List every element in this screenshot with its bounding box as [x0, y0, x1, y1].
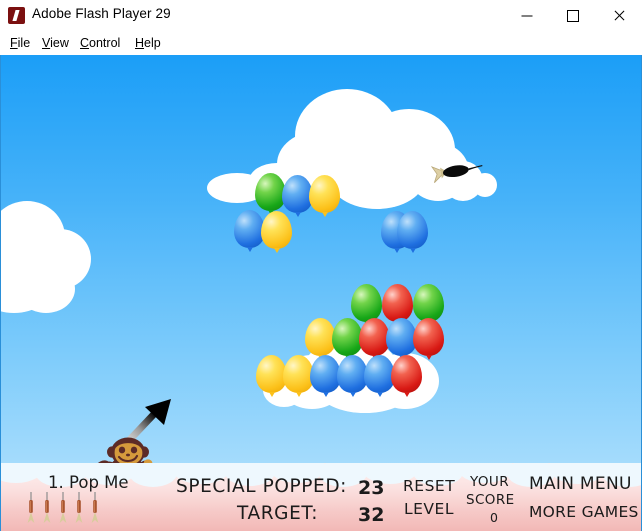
- dart-icon: [27, 492, 35, 524]
- game-stage[interactable]: [1, 55, 641, 531]
- minimize-icon: [521, 15, 533, 16]
- level-label: 1. Pop Me: [48, 473, 129, 492]
- balloon-green[interactable]: [351, 284, 382, 326]
- balloon-blue[interactable]: [397, 211, 428, 253]
- close-icon: [613, 10, 625, 22]
- close-button[interactable]: [596, 0, 642, 31]
- balloon-red[interactable]: [382, 284, 413, 326]
- reset-level-button-line2[interactable]: LEVEL: [404, 500, 454, 518]
- dart-icon: [75, 492, 83, 524]
- menu-view[interactable]: View: [38, 34, 73, 52]
- menu-help[interactable]: Help: [131, 34, 165, 52]
- your-score-label-line2: SCORE: [466, 492, 515, 508]
- menu-file[interactable]: File: [6, 34, 34, 52]
- balloon-yellow[interactable]: [309, 175, 340, 217]
- title-bar: Adobe Flash Player 29: [0, 0, 642, 31]
- more-games-button[interactable]: MORE GAMES: [529, 503, 639, 521]
- menu-control[interactable]: Control: [76, 34, 124, 52]
- reset-level-button-line1[interactable]: RESET: [403, 477, 455, 495]
- minimize-button[interactable]: [504, 0, 550, 31]
- menu-bar: File View Control Help: [0, 31, 642, 55]
- balloon-yellow[interactable]: [261, 211, 292, 253]
- dart-icon: [59, 492, 67, 524]
- special-popped-value: 23: [358, 477, 385, 499]
- balloon-red[interactable]: [413, 318, 444, 360]
- main-menu-button[interactable]: MAIN MENU: [529, 474, 632, 494]
- target-value: 32: [358, 504, 385, 526]
- maximize-button[interactable]: [550, 0, 596, 31]
- maximize-icon: [567, 9, 579, 22]
- window-title: Adobe Flash Player 29: [32, 6, 171, 21]
- flash-player-window: Adobe Flash Player 29 File View Control …: [0, 0, 642, 532]
- dart-icon: [91, 492, 99, 524]
- balloon-red[interactable]: [391, 355, 422, 397]
- target-label: TARGET:: [237, 503, 319, 524]
- dart-icon: [430, 159, 483, 185]
- special-popped-label: SPECIAL POPPED:: [176, 476, 348, 497]
- dart-icon: [43, 492, 51, 524]
- flash-icon: [8, 7, 25, 24]
- your-score-value: 0: [490, 510, 498, 525]
- balloon-green[interactable]: [413, 284, 444, 326]
- your-score-label-line1: YOUR: [470, 474, 509, 490]
